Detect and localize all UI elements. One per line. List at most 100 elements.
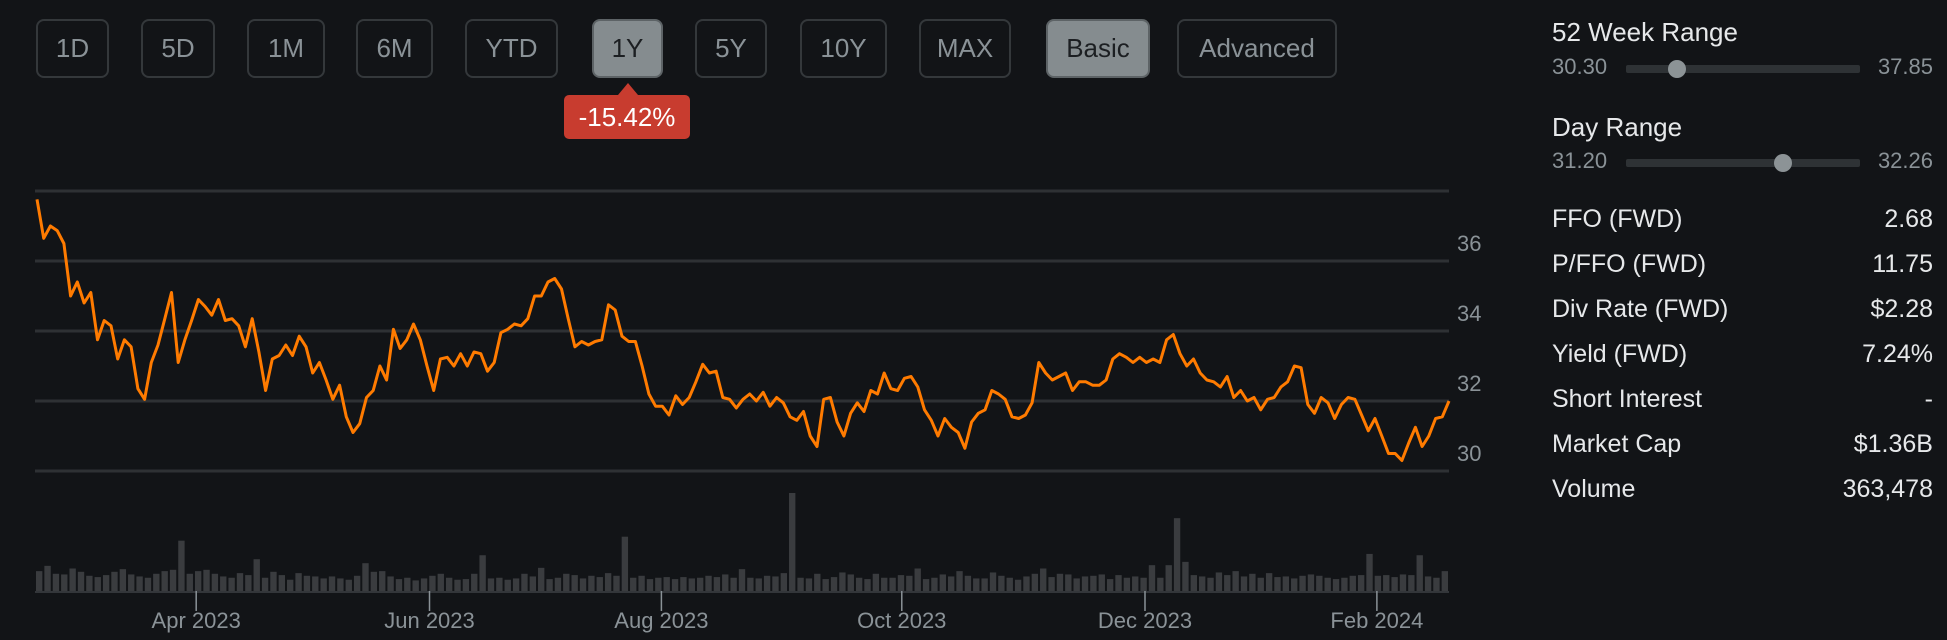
volume-bar <box>1106 579 1114 591</box>
volume-bar <box>596 577 603 591</box>
volume-bar <box>814 573 821 591</box>
volume-bar <box>52 573 60 591</box>
volume-bar <box>337 578 344 591</box>
volume-bar <box>1123 577 1131 591</box>
volume-bar <box>69 568 76 591</box>
volume-bar <box>1265 573 1273 591</box>
volume-bar <box>437 573 444 591</box>
volume-bar <box>303 575 311 591</box>
volume-bar <box>563 573 570 591</box>
volume-bar <box>178 540 185 591</box>
volume-bar <box>964 575 972 591</box>
volume-bar <box>847 574 854 591</box>
volume-bar <box>1048 577 1055 591</box>
volume-bar <box>772 576 779 591</box>
stat-label: FFO (FWD) <box>1552 205 1683 233</box>
volume-bar <box>521 573 528 591</box>
stat-value: 363,478 <box>1842 475 1933 503</box>
volume-bar <box>604 573 612 591</box>
volume-bar <box>1190 575 1197 591</box>
volume-bar <box>830 577 838 591</box>
stat-label: Div Rate (FWD) <box>1552 295 1729 323</box>
price-chart[interactable]: 30 32 34 36 Apr 2023 Jun 2023 Aug 2023 Oct 2023… <box>0 0 1500 640</box>
volume-bar <box>546 579 553 591</box>
volume-bar <box>1215 572 1223 591</box>
volume-bar <box>194 571 202 591</box>
volume-bar <box>789 493 796 591</box>
volume-bar <box>613 575 620 591</box>
volume-bar <box>1040 568 1047 591</box>
stat-row: FFO (FWD) 2.68 <box>1552 205 1933 239</box>
volume-bar <box>1324 577 1331 591</box>
volume-bar <box>998 575 1005 591</box>
volume-bar <box>1240 576 1248 591</box>
volume-bar <box>1341 577 1348 591</box>
stat-row: P/FFO (FWD) 11.75 <box>1552 250 1933 284</box>
day-high: 32.26 <box>1877 148 1933 173</box>
volume-bar <box>94 577 101 591</box>
volume-bar <box>479 555 486 591</box>
volume-bar <box>655 577 662 591</box>
stats-panel: 52 Week Range 30.30 37.85 Day Range 31.2… <box>1552 0 1933 640</box>
volume-bar <box>705 575 712 591</box>
volume-bar <box>630 577 637 591</box>
volume-bar <box>462 579 470 591</box>
volume-bar <box>864 579 871 591</box>
volume-bar <box>111 571 118 591</box>
volume-bar <box>889 577 896 591</box>
volume-bar <box>939 574 946 591</box>
volume-bar <box>404 577 411 591</box>
stat-row: Volume 363,478 <box>1552 475 1933 509</box>
volume-bar <box>730 577 737 591</box>
volume-bar <box>445 577 453 591</box>
volume-bar <box>220 576 227 591</box>
volume-bar <box>1207 577 1214 591</box>
volume-bar <box>1198 576 1206 591</box>
volume-bar <box>86 575 93 591</box>
x-tick-label: Aug 2023 <box>614 608 708 633</box>
volume-bar <box>906 575 913 591</box>
volume-bar <box>897 575 905 591</box>
volume-bar <box>914 568 921 591</box>
week52-track <box>1626 60 1860 78</box>
volume-bar <box>1391 577 1398 591</box>
volume-bar <box>429 575 436 591</box>
volume-bar <box>688 578 695 591</box>
stat-label: P/FFO (FWD) <box>1552 250 1707 278</box>
volume-bar <box>579 578 587 591</box>
volume-bar <box>755 578 762 591</box>
volume-bar <box>1224 575 1231 591</box>
volume-bar <box>471 573 478 591</box>
volume-bar <box>529 576 537 591</box>
volume-bar <box>1073 578 1080 591</box>
volume-bar <box>696 577 704 591</box>
volume-bar <box>1056 573 1064 591</box>
y-tick-label: 34 <box>1457 301 1481 326</box>
volume-bar <box>1182 561 1189 591</box>
x-tick-label: Oct 2023 <box>857 608 946 633</box>
volume-bar <box>881 577 888 591</box>
volume-bar <box>144 577 152 591</box>
stat-value: 11.75 <box>1872 250 1933 278</box>
volume-bar <box>270 571 277 591</box>
volume-bar <box>420 578 428 591</box>
stat-row: Yield (FWD) 7.24% <box>1552 340 1933 374</box>
volume-bar <box>512 578 520 591</box>
volume-bar <box>1366 553 1373 591</box>
stat-row: Market Cap $1.36B <box>1552 430 1933 464</box>
stat-label: Market Cap <box>1552 430 1682 458</box>
volume-bar <box>102 575 110 591</box>
volume-bar <box>161 571 168 591</box>
volume-bar <box>822 579 829 591</box>
volume-bar <box>44 565 51 591</box>
volume-bar <box>1399 574 1407 591</box>
volume-bar <box>77 571 85 591</box>
volume-bar <box>454 579 461 591</box>
volume-bar <box>1173 518 1181 591</box>
day-thumb <box>1773 154 1792 172</box>
volume-bar <box>487 578 495 591</box>
volume-bar <box>1140 577 1147 591</box>
volume-bar <box>1090 575 1097 591</box>
volume-bar <box>211 573 219 591</box>
volume-bar <box>1098 574 1105 591</box>
